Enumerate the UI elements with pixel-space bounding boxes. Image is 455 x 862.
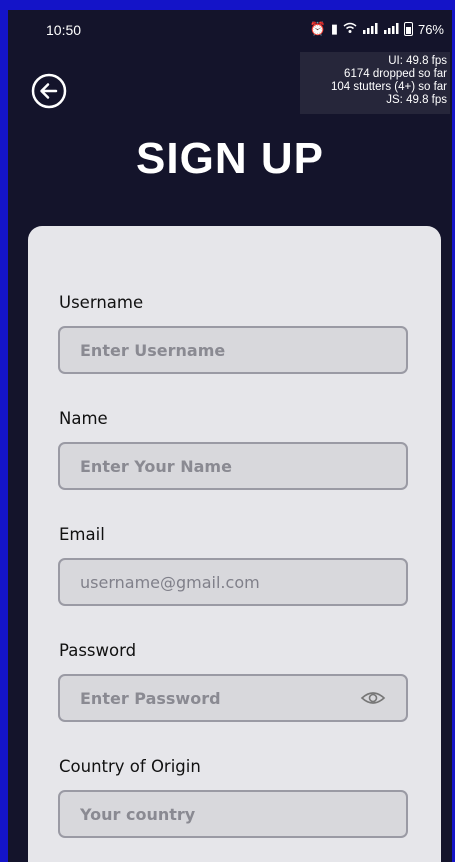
email-label: Email (59, 525, 105, 544)
username-input[interactable] (80, 328, 386, 372)
password-field-box (58, 674, 408, 722)
signal-icon (383, 22, 399, 37)
email-input[interactable] (80, 560, 386, 604)
status-icons: ⏰ ▮ 76% (310, 21, 444, 37)
app-screen: 10:50 ⏰ ▮ 76% UI: 49.8 fps 6174 dropped … (8, 10, 452, 862)
username-label: Username (59, 293, 144, 312)
vibrate-icon: ▮ (330, 21, 338, 36)
email-field-box (58, 558, 408, 606)
alarm-icon: ⏰ (309, 21, 326, 36)
status-bar: 10:50 ⏰ ▮ 76% (8, 10, 452, 50)
username-field-box (58, 326, 408, 374)
perf-dropped: 6174 dropped so far (344, 68, 447, 80)
status-time: 10:50 (46, 22, 82, 38)
country-label: Country of Origin (59, 757, 201, 776)
signal-icon (362, 22, 378, 37)
name-field-box (58, 442, 408, 490)
battery-icon (403, 22, 413, 36)
battery-percent: 76% (417, 21, 444, 37)
arrow-left-circle-icon (31, 73, 67, 109)
wifi-icon (343, 22, 357, 37)
performance-overlay: UI: 49.8 fps 6174 dropped so far 104 stu… (300, 52, 450, 114)
perf-js-fps: JS: 49.8 fps (386, 94, 447, 106)
country-field-box (58, 790, 408, 838)
eye-icon[interactable] (360, 689, 386, 707)
country-input[interactable] (80, 792, 386, 836)
back-button[interactable] (30, 72, 68, 110)
signup-form-card: Username Name Email Password Country of … (28, 226, 441, 862)
name-label: Name (59, 409, 108, 428)
perf-ui-fps: UI: 49.8 fps (388, 55, 447, 67)
password-label: Password (59, 641, 137, 660)
perf-stutters: 104 stutters (4+) so far (330, 81, 447, 93)
name-input[interactable] (80, 444, 386, 488)
page-title: SIGN UP (136, 134, 324, 183)
password-input[interactable] (80, 676, 354, 720)
